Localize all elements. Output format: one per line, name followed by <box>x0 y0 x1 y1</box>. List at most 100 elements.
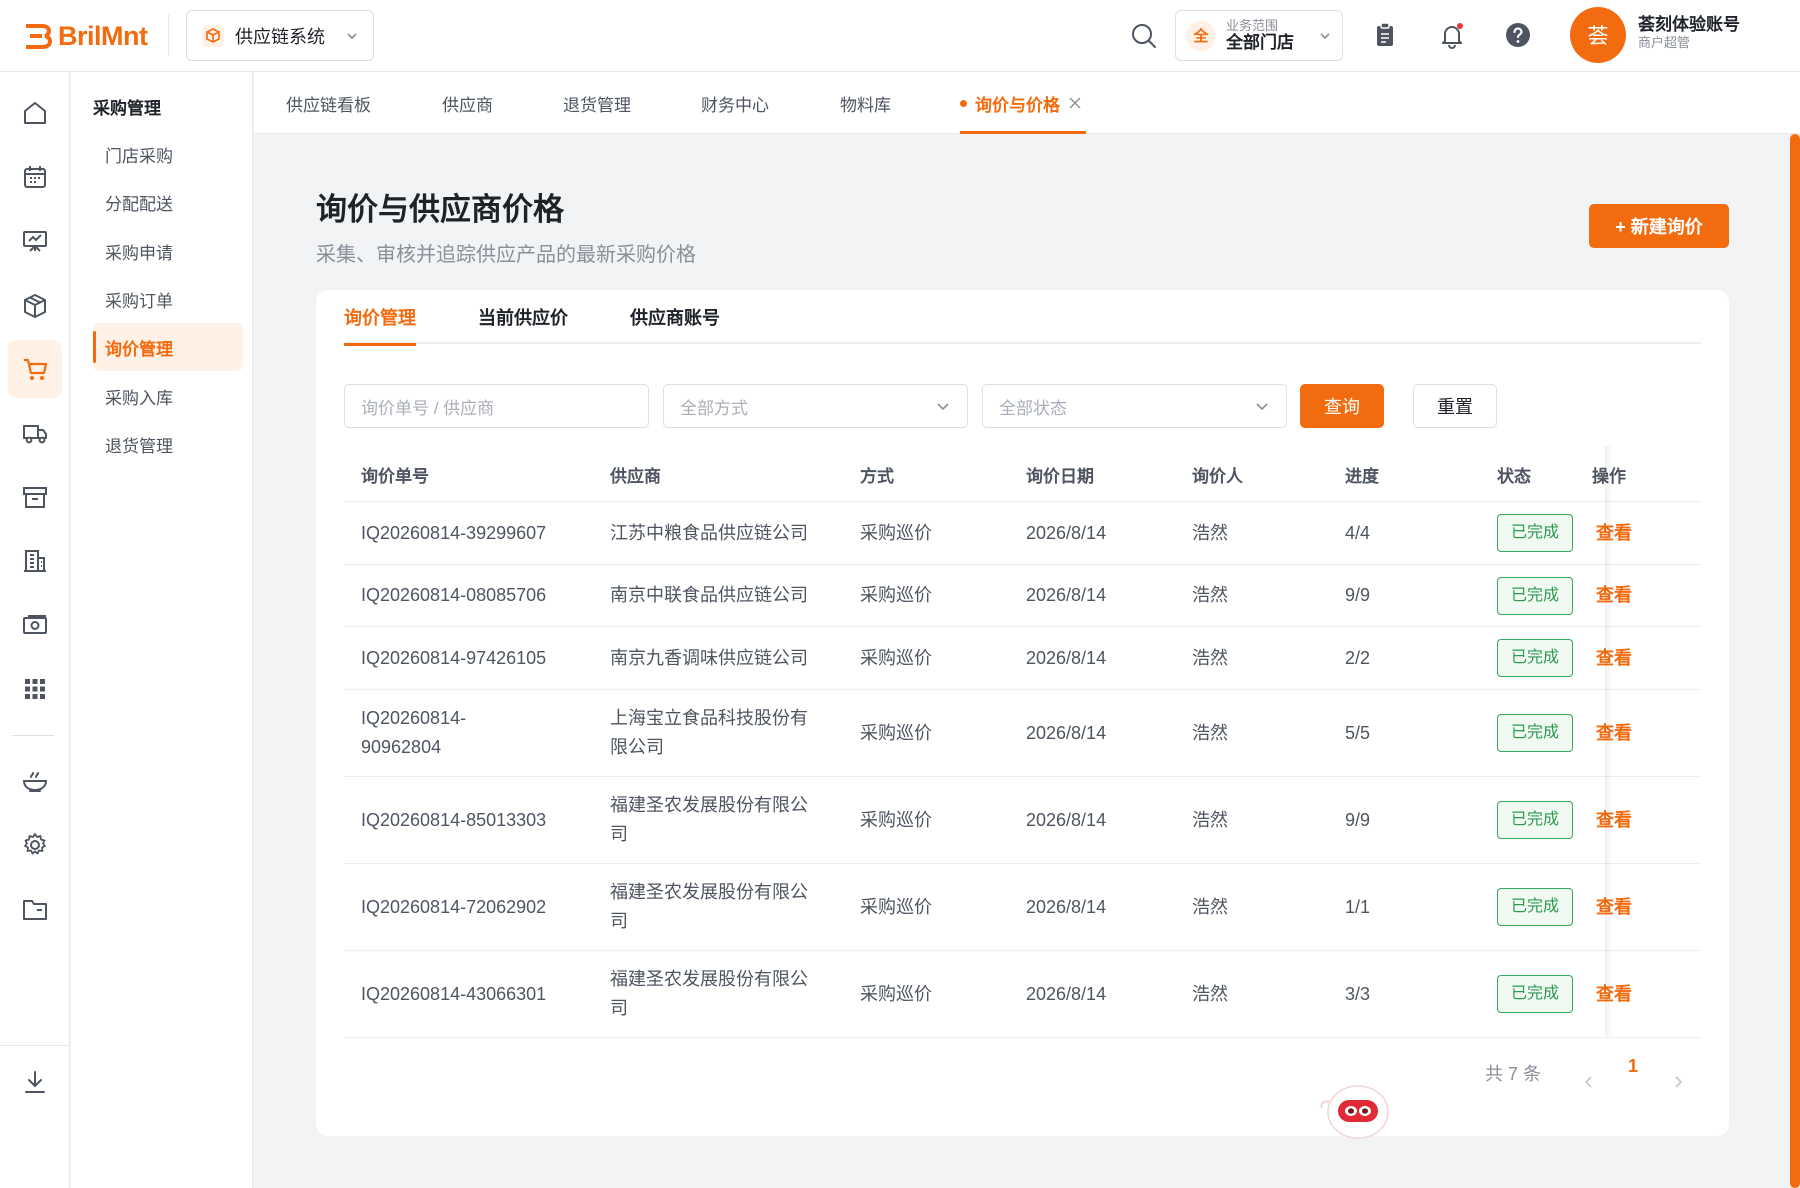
chevron-left-icon[interactable] <box>1582 1075 1596 1089</box>
cart-icon[interactable] <box>8 340 62 398</box>
cell-id: IQ20260814-43066301 <box>361 983 547 1004</box>
subnav-item-distribution[interactable]: 分配配送 <box>93 178 243 226</box>
view-link[interactable]: 查看 <box>1596 893 1632 922</box>
page-title: 询价与供应商价格 <box>316 192 564 227</box>
tab-inquiry-management[interactable]: 询价管理 <box>344 290 416 346</box>
status-badge: 已完成 <box>1497 801 1574 839</box>
cell-supplier: 上海宝立食品科技股份有限公司 <box>610 708 808 757</box>
tab-returns[interactable]: 退货管理 <box>563 72 631 134</box>
building-icon[interactable] <box>8 532 62 590</box>
clipboard-icon[interactable] <box>1370 20 1400 50</box>
calendar-icon[interactable] <box>8 148 62 206</box>
cell-progress: 9/9 <box>1345 809 1371 830</box>
view-link[interactable]: 查看 <box>1596 806 1632 835</box>
tab-inquiry-price[interactable]: 询价与价格 <box>960 72 1086 134</box>
new-inquiry-button[interactable]: + 新建询价 <box>1589 204 1729 248</box>
tab-supply-dashboard[interactable]: 供应链看板 <box>286 72 371 134</box>
cell-person: 浩然 <box>1192 522 1228 543</box>
subnav-title: 采购管理 <box>93 99 161 118</box>
scrollbar[interactable] <box>1790 134 1800 1188</box>
active-dot <box>960 99 967 107</box>
table-row: IQ20260814-43066301 福建圣农发展股份有限公司 采购巡价 20… <box>344 951 1701 1038</box>
status-badge: 已完成 <box>1497 639 1574 677</box>
cell-person: 浩然 <box>1192 896 1228 917</box>
cell-person: 浩然 <box>1192 585 1228 606</box>
tab-suppliers[interactable]: 供应商 <box>442 72 493 134</box>
tab-label: 物料库 <box>840 95 891 115</box>
view-link[interactable]: 查看 <box>1596 519 1632 548</box>
header-person: 询价人 <box>1192 466 1243 486</box>
cell-supplier: 福建圣农发展股份有限公司 <box>610 969 808 1018</box>
cell-supplier: 江苏中粮食品供应链公司 <box>610 522 808 543</box>
download-icon[interactable] <box>8 1053 62 1111</box>
cell-progress: 4/4 <box>1345 522 1371 543</box>
view-link[interactable]: 查看 <box>1596 980 1632 1009</box>
gear-icon[interactable] <box>8 816 62 874</box>
cell-progress: 2/2 <box>1345 647 1371 668</box>
status-badge: 已完成 <box>1497 514 1574 552</box>
subnav-item-inquiry[interactable]: 询价管理 <box>93 323 243 371</box>
avatar[interactable]: 荟 <box>1570 7 1626 63</box>
cell-progress: 1/1 <box>1345 896 1371 917</box>
view-link[interactable]: 查看 <box>1596 719 1632 748</box>
user-info[interactable]: 荟刻体验账号 商户超管 <box>1638 14 1740 52</box>
tab-supplier-accounts[interactable]: 供应商账号 <box>630 290 720 344</box>
board-icon[interactable] <box>8 212 62 270</box>
reset-button[interactable]: 重置 <box>1413 384 1497 428</box>
status-select[interactable]: 全部状态 <box>982 384 1287 428</box>
view-link[interactable]: 查看 <box>1596 581 1632 610</box>
system-select[interactable]: 供应链系统 <box>186 10 374 61</box>
assistant-robot-icon[interactable] <box>1318 1080 1390 1142</box>
top-bar: BrilMnt 供应链系统 全 业务范围 全部门店 荟 荟刻体验账号 商户超管 <box>0 0 1800 72</box>
subnav-item-purchase-request[interactable]: 采购申请 <box>93 227 243 275</box>
folder-icon[interactable] <box>8 880 62 938</box>
cell-supplier: 南京九香调味供应链公司 <box>610 647 808 668</box>
rail-bottom-divider <box>0 1045 70 1046</box>
bell-icon[interactable] <box>1437 20 1467 50</box>
subnav-item-store-purchase[interactable]: 门店采购 <box>93 130 243 178</box>
help-icon[interactable] <box>1503 20 1533 50</box>
scrollbar-thumb[interactable] <box>1790 134 1800 1188</box>
view-link[interactable]: 查看 <box>1596 644 1632 673</box>
business-scope-select[interactable]: 全 业务范围 全部门店 <box>1175 10 1343 61</box>
chevron-down-icon <box>347 32 357 39</box>
subnav-item-returns[interactable]: 退货管理 <box>93 420 243 468</box>
cell-id: IQ20260814-39299607 <box>361 522 547 543</box>
tab-materials[interactable]: 物料库 <box>840 72 891 134</box>
brand-logo[interactable]: BrilMnt <box>24 18 148 54</box>
truck-icon[interactable] <box>8 404 62 462</box>
cell-supplier: 南京中联食品供应链公司 <box>610 585 808 606</box>
pagination-total: 共 7 条 <box>1485 1064 1542 1084</box>
table-row: IQ20260814-08085706 南京中联食品供应链公司 采购巡价 202… <box>344 565 1701 627</box>
inquiry-table: 询价单号 供应商 方式 询价日期 询价人 进度 状态 操作 IQ20260814… <box>344 446 1701 1038</box>
cell-method: 采购巡价 <box>860 809 932 830</box>
search-icon[interactable] <box>1130 22 1158 50</box>
money-icon[interactable] <box>8 596 62 654</box>
close-icon[interactable] <box>1068 96 1082 110</box>
status-badge: 已完成 <box>1497 888 1574 926</box>
table-row: IQ20260814-85013303 福建圣农发展股份有限公司 采购巡价 20… <box>344 777 1701 864</box>
cell-method: 采购巡价 <box>860 983 932 1004</box>
cell-method: 采购巡价 <box>860 896 932 917</box>
cell-date: 2026/8/14 <box>1026 983 1107 1004</box>
search-input[interactable]: 询价单号 / 供应商 <box>344 384 649 428</box>
query-button[interactable]: 查询 <box>1300 384 1384 428</box>
chevron-right-icon[interactable] <box>1671 1075 1685 1089</box>
cell-supplier: 福建圣农发展股份有限公司 <box>610 882 808 931</box>
package-icon[interactable] <box>8 276 62 334</box>
archive-icon[interactable] <box>8 468 62 526</box>
subnav-item-purchase-inbound[interactable]: 采购入库 <box>93 372 243 420</box>
tab-current-price[interactable]: 当前供应价 <box>478 290 568 344</box>
grid-icon[interactable] <box>8 660 62 718</box>
cell-date: 2026/8/14 <box>1026 896 1107 917</box>
page-number[interactable]: 1 <box>1628 1056 1638 1077</box>
dish-icon[interactable] <box>8 752 62 810</box>
home-icon[interactable] <box>8 84 62 142</box>
tab-finance[interactable]: 财务中心 <box>701 72 769 134</box>
chevron-down-icon <box>1320 32 1330 39</box>
cell-date: 2026/8/14 <box>1026 522 1107 543</box>
tab-label: 供应商 <box>442 95 493 115</box>
method-select[interactable]: 全部方式 <box>663 384 968 428</box>
status-badge: 已完成 <box>1497 576 1574 615</box>
subnav-item-purchase-order[interactable]: 采购订单 <box>93 275 243 323</box>
